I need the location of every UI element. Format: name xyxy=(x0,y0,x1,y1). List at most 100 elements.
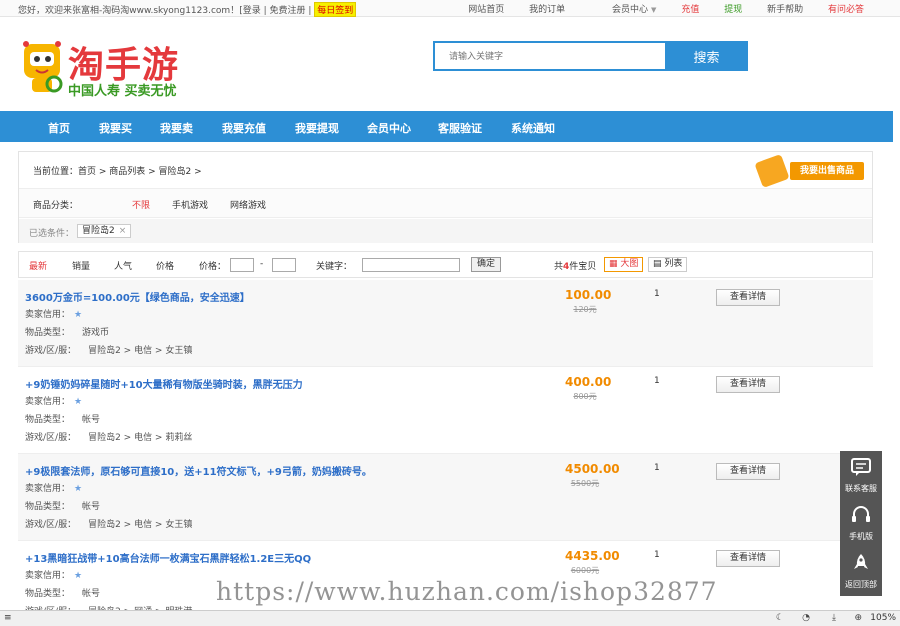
star-icon: ★ xyxy=(74,484,83,494)
item-quantity: 1 xyxy=(654,289,660,299)
item-price: 4500.00 xyxy=(565,462,620,476)
welcome-message: 您好，欢迎来张富相-淘码淘www.skyong1123.com！ xyxy=(18,6,240,16)
keyword-input[interactable] xyxy=(362,258,460,272)
nav-home[interactable]: 首页 xyxy=(48,120,70,136)
zoom-icon[interactable]: ⊕ xyxy=(854,613,862,623)
filter-tag-label: 冒险岛2 xyxy=(82,226,115,236)
back-to-top-button[interactable]: 返回顶部 xyxy=(840,547,882,595)
top-link-orders[interactable]: 我的订单 xyxy=(529,5,565,15)
nav-notice[interactable]: 系统通知 xyxy=(511,120,555,136)
nav-sell[interactable]: 我要卖 xyxy=(160,120,193,136)
search-input[interactable] xyxy=(433,41,665,71)
mascot-logo-icon xyxy=(23,41,63,93)
category-row: 商品分类： 不限 手机游戏 网络游戏 xyxy=(19,188,872,218)
register-link[interactable]: 免费注册 xyxy=(269,6,305,16)
item-title[interactable]: +13黑暗狂战带+10高台法师一枚满宝石黑胖轻松1.2E三无QQ xyxy=(25,550,311,565)
daily-signin-link[interactable]: 每日签到 xyxy=(314,2,357,17)
item-title[interactable]: +9奶锤奶妈碎星随时+10大量稀有物版坐骑时装，黑胖无压力 xyxy=(25,376,303,391)
nav-recharge[interactable]: 我要充值 xyxy=(222,120,266,136)
view-details-button[interactable]: 查看详情 xyxy=(716,289,780,306)
sort-popularity[interactable]: 人气 xyxy=(114,259,132,272)
category-option-online[interactable]: 网络游戏 xyxy=(230,198,266,211)
filter-tag[interactable]: 冒险岛2 × xyxy=(77,224,132,238)
view-list-button[interactable]: ▤ 列表 xyxy=(648,257,688,272)
item-title[interactable]: 3600万金币=100.00元【绿色商品，安全迅速】 xyxy=(25,289,250,304)
top-link-home[interactable]: 网站首页 xyxy=(468,5,504,15)
category-option-any[interactable]: 不限 xyxy=(132,198,150,211)
item-region-label: 游戏/区/服： xyxy=(25,520,77,530)
item-region-value: 冒险岛2 > 电信 > 女王镇 xyxy=(88,520,193,530)
top-link-faq[interactable]: 有问必答 xyxy=(828,5,864,15)
sell-item-button[interactable]: 我要出售商品 xyxy=(754,153,864,189)
item-title[interactable]: +9极限套法师，原石够可直接10，送+11符文标飞，+9弓箭，奶妈搬砖号。 xyxy=(25,463,372,478)
download-icon[interactable]: ⤓ xyxy=(832,613,836,623)
item-region-label: 游戏/区/服： xyxy=(25,346,77,356)
nav-service-verify[interactable]: 客服验证 xyxy=(438,120,482,136)
close-icon[interactable]: × xyxy=(119,226,127,236)
price-max-input[interactable] xyxy=(272,258,296,272)
product-list: 3600万金币=100.00元【绿色商品，安全迅速】 卖家信用： ★ 物品类型： 游戏币… xyxy=(18,280,873,610)
sort-sales[interactable]: 销量 xyxy=(72,259,90,272)
top-link-withdraw[interactable]: 提现 xyxy=(724,5,742,15)
site-logo[interactable]: 淘手游 中国人寿 买卖无忧 xyxy=(18,34,198,100)
view-details-button[interactable]: 查看详情 xyxy=(716,376,780,393)
view-details-button[interactable]: 查看详情 xyxy=(716,550,780,567)
nav-withdraw[interactable]: 我要提现 xyxy=(295,120,339,136)
top-link-member[interactable]: 会员中心 ▼ xyxy=(590,5,656,15)
top-link-member-label: 会员中心 xyxy=(612,5,649,15)
top-link-help[interactable]: 新手帮助 xyxy=(767,5,803,15)
star-icon: ★ xyxy=(74,310,83,320)
item-type-value: 帐号 xyxy=(82,415,101,425)
item-price: 4435.00 xyxy=(565,549,620,563)
zoom-level[interactable]: 105% xyxy=(870,613,896,623)
sort-price[interactable]: 价格 xyxy=(156,259,174,272)
breadcrumb[interactable]: 当前位置：首页 > 商品列表 > 冒险岛2 > xyxy=(33,164,202,177)
item-quantity: 1 xyxy=(654,550,660,560)
menu-icon[interactable]: ≡ xyxy=(4,613,12,623)
item-price: 100.00 xyxy=(565,288,612,302)
item-region-value: 冒险岛2 > 电信 > 女王镇 xyxy=(88,346,193,356)
login-link[interactable]: [登录 xyxy=(239,6,261,16)
view-list-label: 列表 xyxy=(664,259,683,269)
item-quantity: 1 xyxy=(654,376,660,386)
mobile-version-label: 手机版 xyxy=(849,532,873,541)
nav-member-center[interactable]: 会员中心 xyxy=(367,120,411,136)
view-details-button[interactable]: 查看详情 xyxy=(716,463,780,480)
category-label: 商品分类： xyxy=(33,201,79,211)
seller-credit: 卖家信用： ★ xyxy=(25,394,82,407)
welcome-text: 您好，欢迎来张富相-淘码淘www.skyong1123.com！[登录 | 免费… xyxy=(18,2,357,17)
result-count-prefix: 共 xyxy=(554,262,564,272)
item-region-value: 冒险岛2 > 电信 > 莉莉丝 xyxy=(88,433,193,443)
list-item: 3600万金币=100.00元【绿色商品，安全迅速】 卖家信用： ★ 物品类型： 游戏币… xyxy=(18,280,873,367)
price-min-input[interactable] xyxy=(230,258,254,272)
item-type-value: 帐号 xyxy=(82,502,101,512)
sort-bar: 最新 销量 人气 价格 价格： - 关键字： 确定 共4件宝贝 ▦ 大图 ▤ 列… xyxy=(18,251,873,278)
top-link-recharge[interactable]: 充值 xyxy=(681,5,699,15)
view-large-label: 大图 xyxy=(620,259,639,269)
confirm-button[interactable]: 确定 xyxy=(471,257,501,272)
top-bar: 您好，欢迎来张富相-淘码淘www.skyong1123.com！[登录 | 免费… xyxy=(0,0,900,17)
category-option-mobile[interactable]: 手机游戏 xyxy=(172,198,208,211)
chat-icon xyxy=(851,458,871,476)
price-range-label: 价格： xyxy=(199,262,227,272)
sort-newest[interactable]: 最新 xyxy=(29,259,47,272)
item-region: 游戏/区/服： 冒险岛2 > 电信 > 女王镇 xyxy=(25,343,192,356)
item-original-price: 5500元 xyxy=(570,479,600,488)
item-type-label: 物品类型： xyxy=(25,589,71,599)
view-large-button[interactable]: ▦ 大图 xyxy=(604,257,644,272)
rocket-icon xyxy=(854,554,868,569)
item-original-price: 120元 xyxy=(573,305,597,314)
mobile-version-button[interactable]: 手机版 xyxy=(840,499,882,547)
contact-service-button[interactable]: 联系客服 xyxy=(840,451,882,499)
top-links: 网站首页 我的订单 会员中心 ▼ 充值 提现 新手帮助 有问必答 xyxy=(446,2,864,15)
item-region-label: 游戏/区/服： xyxy=(25,433,77,443)
search-button[interactable]: 搜索 xyxy=(665,41,748,71)
selected-filters-row: 已选条件： 冒险岛2 × xyxy=(19,219,872,243)
nav-buy[interactable]: 我要买 xyxy=(99,120,132,136)
moon-icon[interactable]: ☾ xyxy=(776,613,784,623)
item-type-label: 物品类型： xyxy=(25,502,71,512)
item-original-price: 800元 xyxy=(573,392,597,401)
item-type-value: 帐号 xyxy=(82,589,101,599)
grid-icon: ▦ xyxy=(609,259,621,269)
speed-icon[interactable]: ◔ xyxy=(802,613,810,623)
